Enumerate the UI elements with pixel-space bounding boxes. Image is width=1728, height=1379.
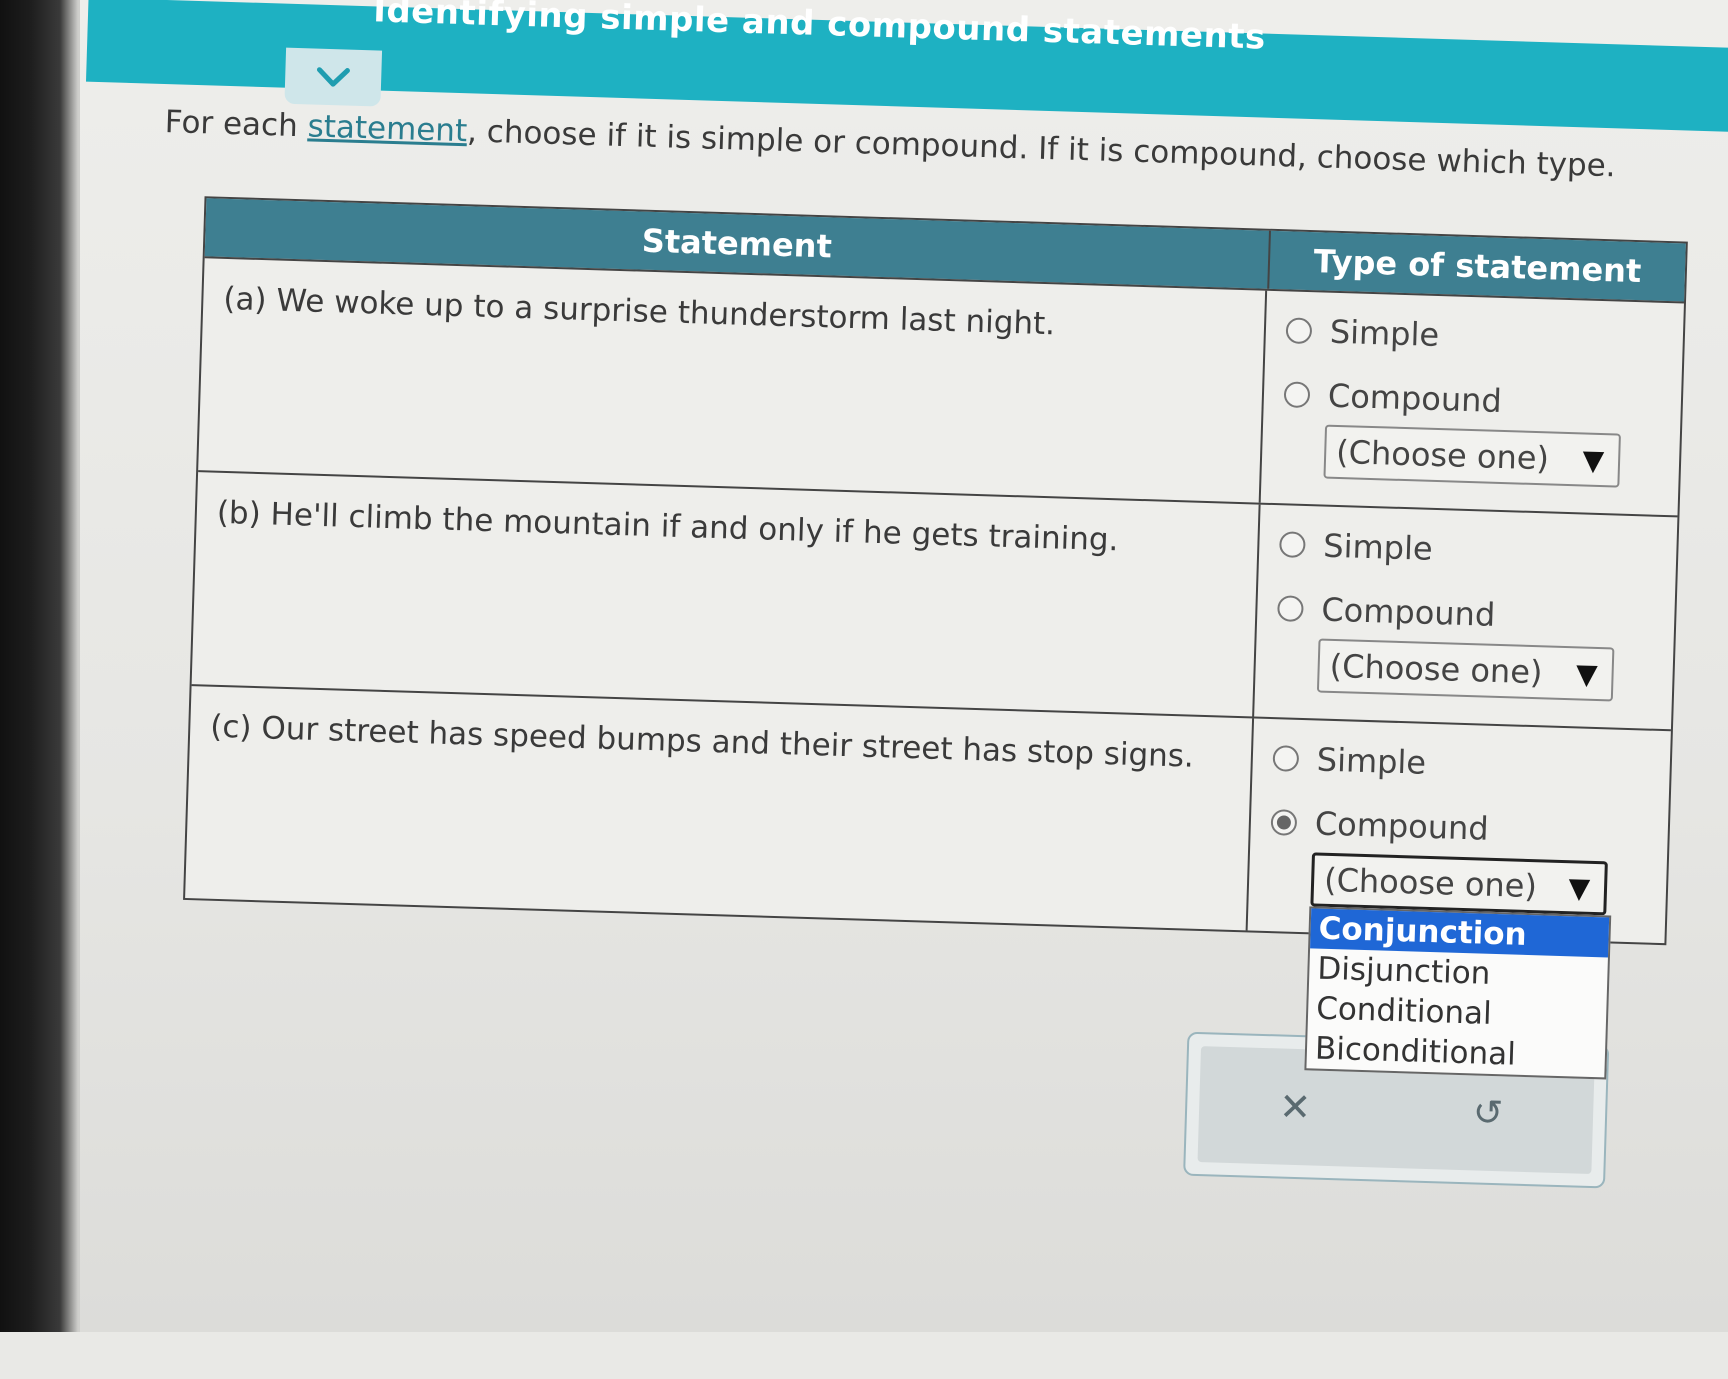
radio-compound-c[interactable] — [1270, 809, 1298, 836]
option-simple-a[interactable]: Simple — [1285, 311, 1440, 355]
option-simple-b[interactable]: Simple — [1279, 525, 1433, 568]
type-dropdown-list: Conjunction Disjunction Conditional Bico… — [1304, 906, 1612, 1080]
x-icon[interactable]: ✕ — [1279, 1085, 1312, 1130]
radio-simple-b[interactable] — [1279, 531, 1306, 559]
radio-selected-dot — [1276, 815, 1292, 830]
label-compound-c: Compound — [1314, 804, 1490, 848]
type-select-b[interactable]: (Choose one) ▼ — [1316, 638, 1615, 702]
label-simple-a: Simple — [1329, 312, 1440, 355]
instructions-before: For each — [164, 104, 309, 145]
collapse-toggle[interactable] — [284, 47, 383, 107]
statements-table: Statement Type of statement (a) We woke … — [183, 196, 1688, 1080]
label-simple-b: Simple — [1322, 526, 1434, 568]
radio-compound-a[interactable] — [1283, 381, 1311, 409]
undo-icon[interactable]: ↺ — [1472, 1092, 1503, 1134]
select-value-a: (Choose one) — [1335, 432, 1550, 478]
type-select-a[interactable]: (Choose one) ▼ — [1323, 424, 1621, 488]
statement-a: (a) We woke up to a surprise thunderstor… — [198, 258, 1268, 503]
type-cell-c: Simple Compound (Choose one) ▼ Conjuncti… — [1248, 719, 1671, 1080]
statement-c: (c) Our street has speed bumps and their… — [185, 686, 1255, 931]
option-compound-b[interactable]: Compound — [1277, 589, 1496, 634]
dropdown-option-biconditional[interactable]: Biconditional — [1306, 1028, 1605, 1077]
chevron-down-icon — [316, 67, 350, 87]
radio-simple-c[interactable] — [1272, 745, 1300, 772]
table-row: (c) Our street has speed bumps and their… — [185, 684, 1671, 1080]
statement-link[interactable]: statement — [307, 108, 468, 149]
radio-simple-a[interactable] — [1285, 317, 1313, 345]
option-compound-c[interactable]: Compound — [1270, 803, 1489, 848]
label-compound-a: Compound — [1327, 376, 1503, 420]
type-cell-b: Simple Compound (Choose one) ▼ — [1254, 505, 1677, 730]
type-cell-a: Simple Compound (Choose one) ▼ — [1261, 291, 1684, 516]
triangle-down-icon: ▼ — [1582, 442, 1605, 477]
label-compound-b: Compound — [1320, 590, 1496, 634]
instructions-after: , choose if it is simple or compound. If… — [466, 113, 1617, 185]
page-content: Identifying simple and compound statemen… — [0, 0, 1728, 1379]
select-value-b: (Choose one) — [1329, 646, 1544, 692]
select-value-c: (Choose one) — [1323, 860, 1538, 906]
triangle-down-icon: ▼ — [1575, 656, 1599, 691]
type-select-c[interactable]: (Choose one) ▼ — [1310, 852, 1608, 916]
table-row: (a) We woke up to a surprise thunderstor… — [198, 256, 1685, 516]
statement-b: (b) He'll climb the mountain if and only… — [191, 472, 1261, 717]
option-compound-a[interactable]: Compound — [1283, 375, 1502, 420]
option-simple-c[interactable]: Simple — [1272, 739, 1427, 782]
label-simple-c: Simple — [1316, 740, 1427, 782]
radio-compound-b[interactable] — [1277, 595, 1304, 622]
table-row: (b) He'll climb the mountain if and only… — [191, 470, 1678, 730]
triangle-down-icon: ▼ — [1568, 870, 1591, 905]
